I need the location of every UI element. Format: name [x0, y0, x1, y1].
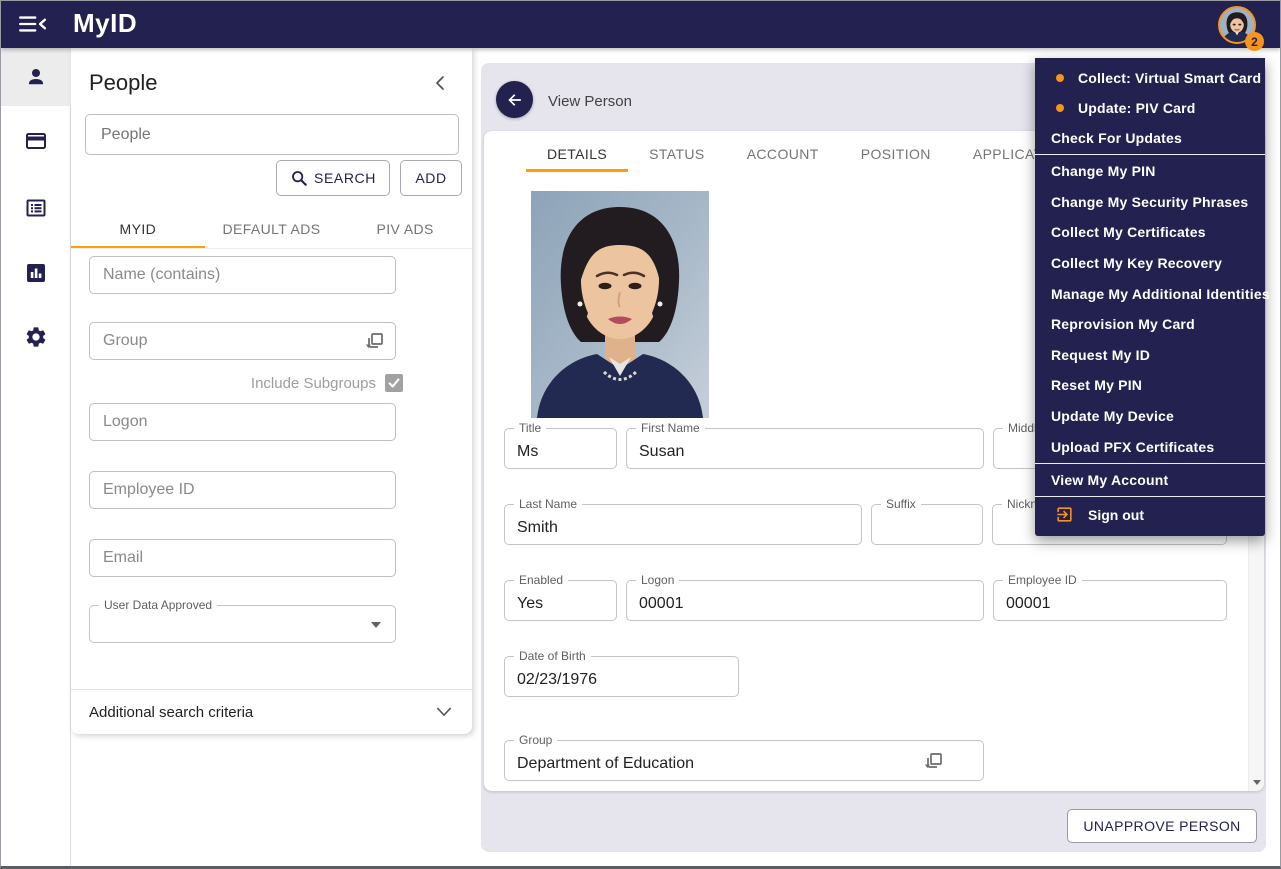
menu-item-collect-virtual-smart-card[interactable]: Collect: Virtual Smart Card	[1035, 63, 1265, 93]
nav-item-requests[interactable]	[1, 179, 71, 237]
nav-item-cards[interactable]	[1, 112, 71, 170]
menu-divider	[1035, 154, 1265, 155]
menu-item-reset-my-pin[interactable]: Reset My PIN	[1035, 370, 1265, 401]
page-title: View Person	[548, 93, 632, 110]
sign-out-icon	[1055, 505, 1074, 524]
dropdown-arrow-icon[interactable]	[371, 622, 381, 628]
person-icon	[24, 65, 48, 89]
group-select-icon[interactable]	[364, 331, 384, 351]
user-menu: Collect: Virtual Smart Card Update: PIV …	[1035, 58, 1265, 536]
sign-out-label: Sign out	[1088, 507, 1144, 523]
top-bar: MyID 2	[1, 1, 1280, 48]
menu-divider	[1035, 496, 1265, 497]
nav-item-settings[interactable]	[1, 308, 71, 366]
first-name-label: First Name	[636, 421, 705, 435]
task-bullet-icon	[1056, 104, 1064, 112]
tab-position[interactable]: POSITION	[840, 138, 952, 172]
logon-value-field[interactable]	[627, 581, 983, 620]
additional-search-criteria-label: Additional search criteria	[89, 704, 436, 721]
card-icon	[23, 129, 49, 153]
menu-item-request-my-id[interactable]: Request My ID	[1035, 340, 1265, 371]
menu-item-check-for-updates[interactable]: Check For Updates	[1035, 123, 1265, 153]
user-data-approved-label: User Data Approved	[99, 598, 217, 612]
group-field[interactable]	[89, 322, 396, 360]
list-icon	[24, 196, 48, 220]
nav-item-people[interactable]	[1, 48, 71, 106]
menu-divider	[1035, 463, 1265, 464]
gear-icon	[24, 325, 48, 349]
enabled-label: Enabled	[514, 573, 568, 587]
nav-rail	[1, 48, 71, 867]
tab-account[interactable]: ACCOUNT	[726, 138, 840, 172]
unapprove-person-label: UNAPPROVE PERSON	[1083, 818, 1240, 834]
menu-item-label: Collect: Virtual Smart Card	[1078, 70, 1261, 86]
include-subgroups-checkbox[interactable]	[385, 374, 403, 392]
menu-toggle-icon[interactable]	[17, 12, 51, 38]
task-bullet-icon	[1056, 74, 1064, 82]
title-label: Title	[514, 421, 546, 435]
search-source-tabs: MYID DEFAULT ADS PIV ADS	[71, 212, 472, 249]
name-contains-field[interactable]	[89, 256, 396, 294]
search-panel: People SEARCH ADD MYID DEFAULT ADS PIV A…	[71, 48, 472, 734]
search-icon	[290, 169, 308, 187]
additional-search-criteria[interactable]: Additional search criteria	[71, 690, 472, 734]
unapprove-person-button[interactable]: UNAPPROVE PERSON	[1067, 809, 1257, 843]
check-icon	[387, 376, 401, 390]
group-select-icon[interactable]	[923, 751, 943, 771]
tab-piv-ads[interactable]: PIV ADS	[338, 212, 472, 248]
scroll-down-icon	[1253, 780, 1261, 785]
tab-status[interactable]: STATUS	[628, 138, 726, 172]
menu-item-update-my-device[interactable]: Update My Device	[1035, 401, 1265, 432]
menu-item-view-my-account[interactable]: View My Account	[1035, 465, 1265, 495]
logon-label: Logon	[636, 573, 679, 587]
menu-item-change-my-security-phrases[interactable]: Change My Security Phrases	[1035, 187, 1265, 218]
email-field[interactable]	[89, 539, 396, 577]
menu-item-collect-my-key-recovery[interactable]: Collect My Key Recovery	[1035, 248, 1265, 279]
search-button-label: SEARCH	[314, 170, 376, 186]
category-input[interactable]	[85, 114, 459, 155]
add-button-label: ADD	[415, 170, 446, 186]
group-value-field[interactable]	[505, 741, 983, 780]
chevron-down-icon	[436, 706, 452, 718]
app-window: MyID 2	[0, 0, 1281, 869]
menu-item-update-piv-card[interactable]: Update: PIV Card	[1035, 93, 1265, 123]
menu-item-change-my-pin[interactable]: Change My PIN	[1035, 156, 1265, 187]
tab-default-ads[interactable]: DEFAULT ADS	[205, 212, 339, 248]
nav-item-reports[interactable]	[1, 244, 71, 302]
menu-item-upload-pfx-certificates[interactable]: Upload PFX Certificates	[1035, 431, 1265, 462]
person-photo	[531, 191, 709, 418]
date-of-birth-label: Date of Birth	[514, 649, 591, 663]
search-button[interactable]: SEARCH	[276, 160, 390, 196]
back-button[interactable]	[496, 81, 533, 118]
employee-id-field[interactable]	[89, 471, 396, 509]
menu-item-sign-out[interactable]: Sign out	[1035, 498, 1265, 532]
group-value-label: Group	[514, 733, 557, 747]
menu-item-label: Update: PIV Card	[1078, 100, 1196, 116]
panel-title: People	[89, 70, 158, 96]
chevron-left-icon	[433, 75, 447, 91]
employee-id-label: Employee ID	[1003, 573, 1082, 587]
add-button[interactable]: ADD	[400, 160, 462, 196]
menu-item-collect-my-certificates[interactable]: Collect My Certificates	[1035, 217, 1265, 248]
arrow-back-icon	[505, 90, 525, 110]
menu-item-manage-my-additional-identities[interactable]: Manage My Additional Identities	[1035, 278, 1265, 309]
app-title: MyID	[73, 8, 137, 39]
tab-details[interactable]: DETAILS	[526, 138, 628, 172]
last-name-label: Last Name	[514, 497, 582, 511]
tab-myid[interactable]: MYID	[71, 212, 205, 248]
logon-field[interactable]	[89, 403, 396, 441]
suffix-label: Suffix	[881, 497, 921, 511]
include-subgroups-label: Include Subgroups	[251, 375, 376, 392]
menu-item-reprovision-my-card[interactable]: Reprovision My Card	[1035, 309, 1265, 340]
collapse-panel-button[interactable]	[429, 72, 451, 94]
chart-icon	[24, 261, 48, 285]
notification-badge: 2	[1245, 32, 1264, 51]
